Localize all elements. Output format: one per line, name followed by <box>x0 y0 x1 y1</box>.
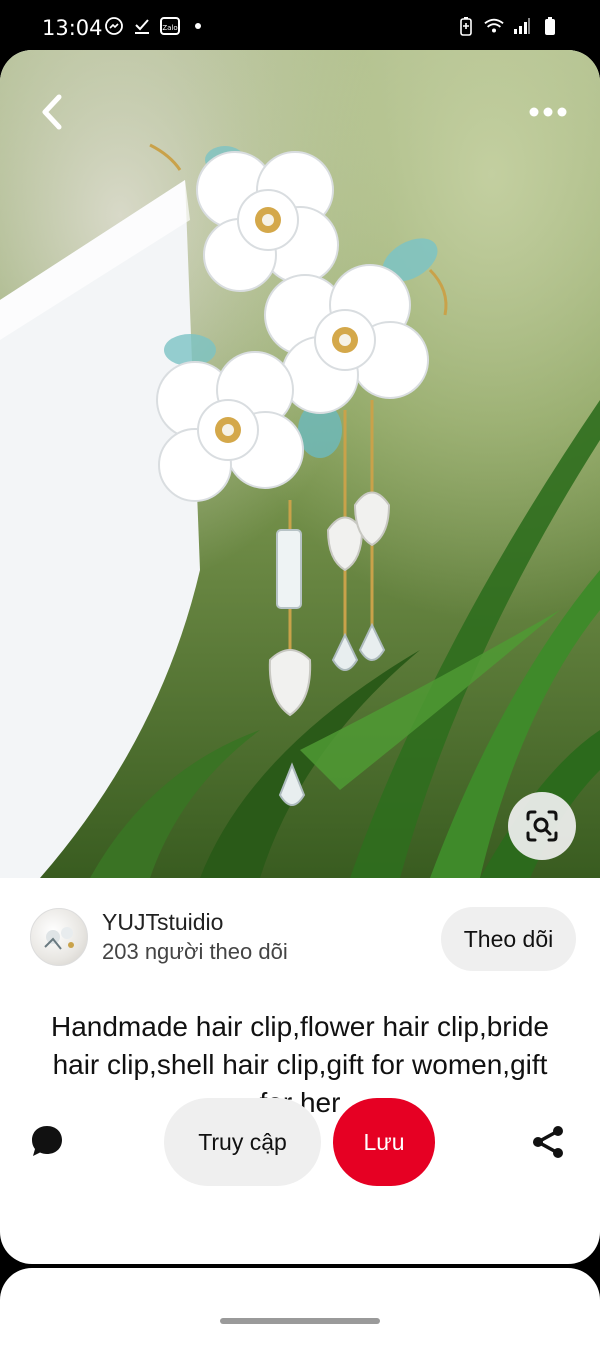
pin-card: YUJTstuidio 203 người theo dõi Theo dõi … <box>0 50 600 1264</box>
more-horizontal-icon <box>529 107 567 117</box>
battery-icon <box>540 16 560 36</box>
chevron-left-icon <box>42 94 62 130</box>
lens-search-icon <box>526 810 558 842</box>
avatar[interactable] <box>30 908 88 966</box>
status-time: 13:04 <box>42 16 103 40</box>
save-button[interactable]: Lưu <box>333 1098 435 1186</box>
visual-search-button[interactable] <box>508 792 576 860</box>
more-options-button[interactable] <box>520 84 576 140</box>
pin-image[interactable] <box>0 50 600 878</box>
home-indicator[interactable] <box>220 1318 380 1324</box>
avatar-image <box>44 927 74 950</box>
messenger-icon <box>104 16 124 36</box>
download-check-icon <box>132 16 152 36</box>
share-button[interactable] <box>526 1120 570 1164</box>
author-row: YUJTstuidio 203 người theo dõi Theo dõi <box>30 907 576 971</box>
back-button[interactable] <box>24 84 80 140</box>
status-icons-right <box>456 16 560 36</box>
action-bar: Truy cập Lưu <box>0 1098 600 1186</box>
comment-icon <box>32 1126 62 1156</box>
zalo-icon: Zalo <box>160 17 180 35</box>
dot-icon <box>188 16 208 36</box>
comment-button[interactable] <box>24 1118 70 1164</box>
wifi-icon <box>484 16 504 36</box>
status-icons-left: Zalo <box>104 16 208 36</box>
author-followers: 203 người theo dõi <box>102 939 288 964</box>
signal-icon <box>512 16 532 36</box>
follow-button[interactable]: Theo dõi <box>441 907 576 971</box>
share-icon <box>533 1126 563 1158</box>
next-card <box>0 1268 600 1348</box>
battery-saver-icon <box>456 16 476 36</box>
author-name[interactable]: YUJTstuidio <box>102 909 223 936</box>
visit-button[interactable]: Truy cập <box>164 1098 321 1186</box>
pin-image-art <box>0 143 600 878</box>
